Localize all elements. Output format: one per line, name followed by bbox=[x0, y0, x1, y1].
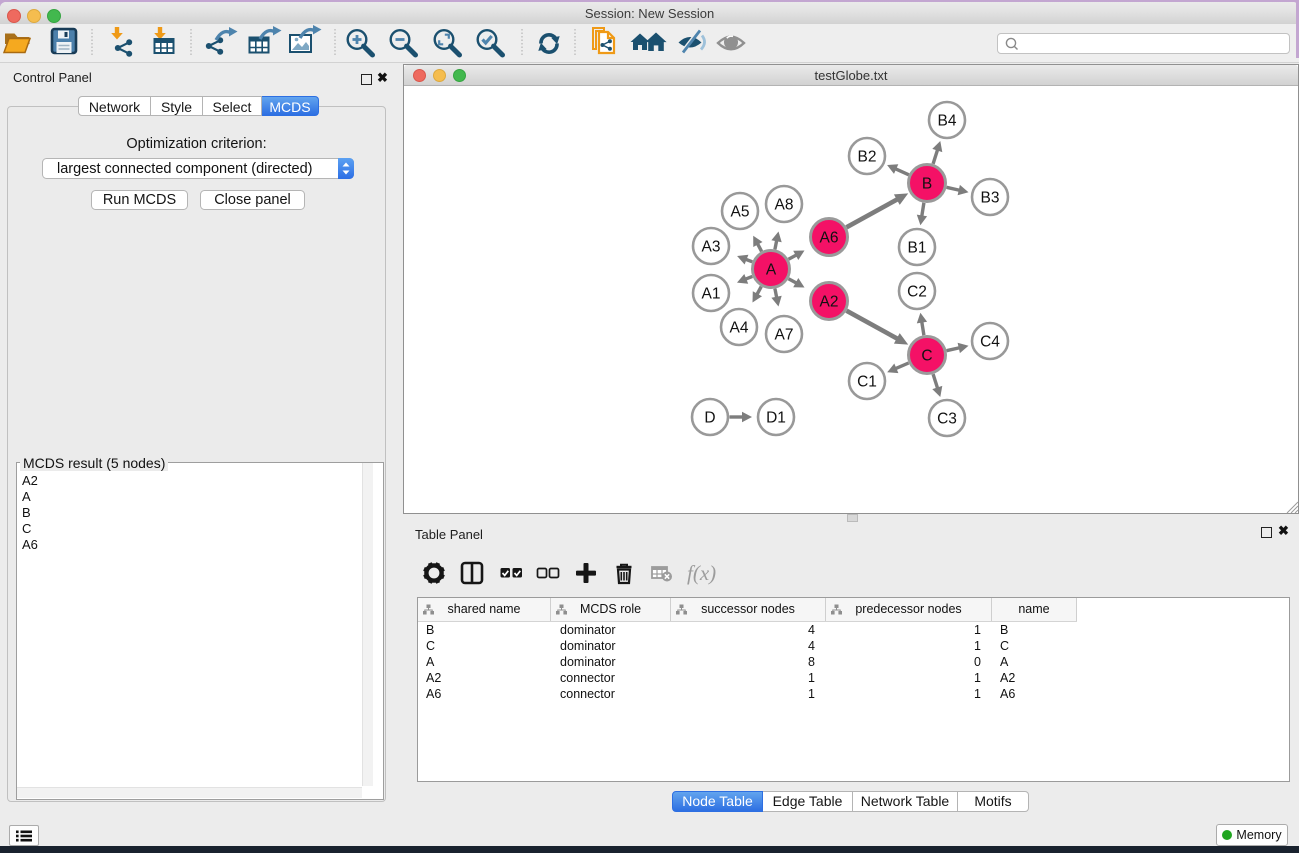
svg-text:D1: D1 bbox=[766, 410, 786, 427]
svg-text:C2: C2 bbox=[907, 284, 927, 301]
svg-text:A1: A1 bbox=[702, 286, 721, 303]
svg-text:f(x): f(x) bbox=[687, 561, 716, 585]
svg-text:A5: A5 bbox=[731, 204, 750, 221]
svg-text:C3: C3 bbox=[937, 411, 957, 428]
svg-text:C: C bbox=[921, 348, 932, 365]
svg-text:C4: C4 bbox=[980, 334, 1000, 351]
svg-text:A8: A8 bbox=[775, 197, 794, 214]
svg-text:B: B bbox=[922, 176, 932, 193]
svg-text:A2: A2 bbox=[820, 294, 839, 311]
svg-text:A6: A6 bbox=[820, 230, 839, 247]
svg-text:D: D bbox=[704, 410, 715, 427]
svg-text:B2: B2 bbox=[858, 149, 877, 166]
svg-text:A3: A3 bbox=[702, 239, 721, 256]
svg-text:C1: C1 bbox=[857, 374, 877, 391]
svg-text:A4: A4 bbox=[730, 320, 749, 337]
svg-text:B1: B1 bbox=[908, 240, 927, 257]
svg-text:B4: B4 bbox=[938, 113, 957, 130]
svg-text:B3: B3 bbox=[981, 190, 1000, 207]
svg-text:A: A bbox=[766, 262, 777, 279]
svg-text:A7: A7 bbox=[775, 327, 794, 344]
